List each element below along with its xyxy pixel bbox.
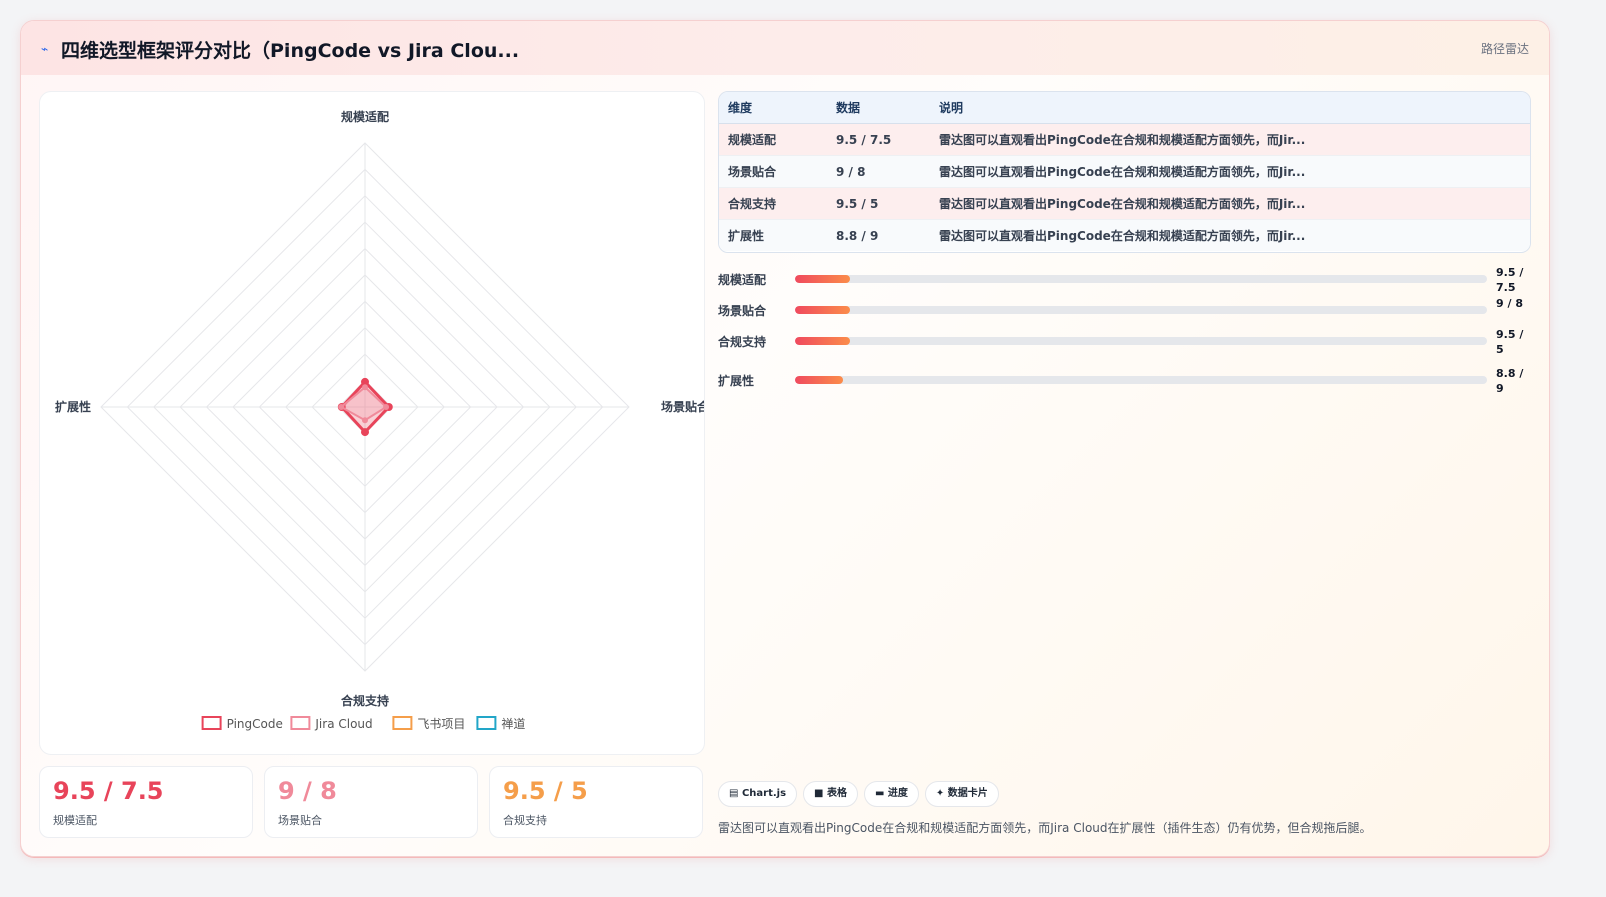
table-cell-note: 雷达图可以直观看出PingCode在合规和规模适配方面领先，而Jir...: [930, 123, 1530, 156]
chip-label: 数据卡片: [947, 788, 988, 799]
radar-point: [383, 404, 390, 410]
table-cell-data: 9 / 8: [827, 155, 930, 188]
progress-fill: [795, 275, 851, 283]
card-icon: ✦: [935, 788, 945, 799]
chip-label: Chart.js: [741, 788, 787, 799]
radar-chart: 规模适配场景贴合合规支持 扩展性 PingCode Jira Cloud 飞书项目 禅道: [55, 109, 704, 731]
table-cell-data: 9.5 / 5: [827, 187, 930, 220]
chip-progress[interactable]: ▬ 进度: [863, 781, 919, 807]
progress-label: 场景贴合: [718, 304, 767, 318]
progress-label: 规模适配: [718, 273, 767, 287]
radar-point: [362, 417, 368, 424]
stat-card: 9 / 8 场景贴合: [264, 766, 478, 838]
radar-point: [362, 384, 368, 391]
table-cell-dimension: 规模适配: [719, 123, 827, 156]
table-row: 合规支持 9.5 / 5 雷达图可以直观看出PingCode在合规和规模适配方面…: [719, 187, 1530, 220]
progress-track: [795, 376, 1487, 384]
chip-data-card[interactable]: ✦ 数据卡片: [924, 781, 999, 807]
progress-label: 合规支持: [718, 335, 767, 349]
table-row: 规模适配 9.5 / 7.5 雷达图可以直观看出PingCode在合规和规模适配…: [719, 123, 1530, 156]
stat-value: 9.5 / 5: [503, 777, 588, 805]
progress-track: [795, 306, 1487, 314]
stat-card: 9.5 / 5 合规支持: [489, 766, 703, 838]
progress-fill: [795, 376, 844, 384]
table-cell-dimension: 扩展性: [719, 219, 827, 251]
table-cell-note: 雷达图可以直观看出PingCode在合规和规模适配方面领先，而Jir...: [930, 187, 1530, 220]
chart-icon: ▤: [729, 788, 739, 799]
progress-fill: [795, 306, 851, 314]
stat-value: 9 / 8: [278, 777, 337, 805]
stat-label: 合规支持: [503, 814, 547, 827]
radar-point: [361, 428, 369, 437]
stat-label: 场景贴合: [278, 814, 322, 827]
header-tag: 路径雷达: [1480, 42, 1529, 56]
table-cell-dimension: 场景贴合: [719, 155, 827, 188]
chip-table[interactable]: ■ 表格: [803, 781, 858, 807]
dashboard-card: ⌁ 四维选型框架评分对比（PingCode vs Jira Clou... 路径…: [20, 20, 1550, 857]
table-icon: ■: [814, 788, 824, 799]
progress-icon: ▬: [874, 788, 885, 799]
col-header-dimension: 维度: [719, 92, 827, 124]
legend-swatch: [201, 716, 222, 730]
feature-chips: ▤ Chart.js ■ 表格 ▬ 进度 ✦ 数据卡片: [718, 781, 1005, 807]
legend-label: 禅道: [501, 717, 525, 731]
progress-value: 9 / 8: [1496, 297, 1523, 310]
col-header-note: 说明: [930, 92, 1530, 124]
stat-card: 9.5 / 7.5 规模适配: [39, 766, 253, 838]
chip-label: 进度: [887, 788, 908, 799]
progress-value: 9.5 / 5: [1496, 328, 1524, 356]
progress-value: 9.5 / 7.5: [1496, 266, 1524, 294]
legend-swatch: [476, 716, 497, 730]
chart-trend-icon: ⌁: [41, 42, 49, 56]
table-cell-data: 9.5 / 7.5: [827, 123, 930, 156]
progress-value: 8.8 / 9: [1496, 367, 1524, 395]
page-title: 四维选型框架评分对比（PingCode vs Jira Clou...: [61, 40, 520, 62]
chip-label: 表格: [826, 788, 847, 799]
progress-fill: [795, 337, 851, 345]
stat-value: 9.5 / 7.5: [53, 777, 164, 805]
legend-label: 飞书项目: [417, 717, 465, 731]
summary-footnote: 雷达图可以直观看出PingCode在合规和规模适配方面领先，而Jira Clou…: [718, 821, 1372, 835]
radar-axis-label: 扩展性: [55, 399, 91, 414]
table-header-row: 维度 数据 说明: [719, 92, 1530, 124]
table-cell-dimension: 合规支持: [719, 187, 827, 220]
col-header-data: 数据: [827, 92, 930, 124]
data-table: 维度 数据 说明 规模适配 9.5 / 7.5 雷达图可以直观看出PingCod…: [718, 91, 1531, 253]
card-header: ⌁ 四维选型框架评分对比（PingCode vs Jira Clou... 路径…: [21, 21, 1549, 75]
progress-track: [795, 275, 1487, 283]
radar-chart-panel: 规模适配场景贴合合规支持 扩展性 PingCode Jira Cloud 飞书项目 禅道: [39, 91, 705, 755]
legend-swatch: [290, 716, 311, 730]
chip-chartjs[interactable]: ▤ Chart.js: [718, 781, 798, 807]
table-cell-note: 雷达图可以直观看出PingCode在合规和规模适配方面领先，而Jir...: [930, 155, 1530, 188]
radar-point: [338, 404, 345, 410]
table-cell-note: 雷达图可以直观看出PingCode在合规和规模适配方面领先，而Jir...: [930, 219, 1530, 251]
table-row: 扩展性 8.8 / 9 雷达图可以直观看出PingCode在合规和规模适配方面领…: [719, 219, 1530, 251]
stat-label: 规模适配: [53, 814, 97, 827]
legend-label: Jira Cloud: [314, 717, 372, 731]
radar-axis-label: 合规支持: [341, 693, 389, 708]
radar-axis-label: 规模适配: [341, 109, 389, 124]
progress-track: [795, 337, 1487, 345]
table-cell-data: 8.8 / 9: [827, 219, 930, 251]
legend-swatch: [392, 716, 413, 730]
radar-axis-label: 场景贴合: [661, 399, 704, 414]
legend-label: PingCode: [227, 717, 283, 731]
table-row: 场景贴合 9 / 8 雷达图可以直观看出PingCode在合规和规模适配方面领先…: [719, 155, 1530, 188]
progress-label: 扩展性: [718, 374, 755, 388]
